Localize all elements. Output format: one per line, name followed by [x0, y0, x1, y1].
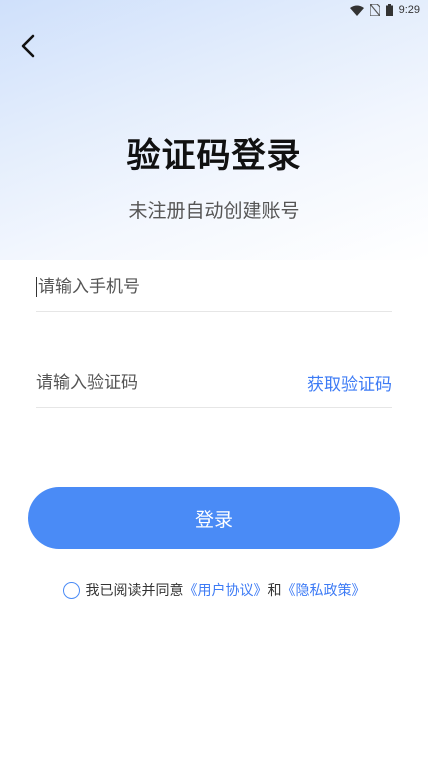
code-input[interactable] [36, 358, 307, 407]
phone-field[interactable] [36, 262, 392, 312]
no-sim-icon [369, 4, 380, 16]
battery-icon [385, 4, 393, 16]
page-title: 验证码登录 [126, 136, 302, 176]
status-time: 9:29 [398, 4, 420, 16]
page-subtitle: 未注册自动创建账号 [128, 200, 300, 222]
text-caret [36, 276, 37, 297]
agreement-prefix: 我已阅读并同意 [85, 583, 184, 599]
back-arrow-icon [21, 34, 35, 58]
get-code-button[interactable]: 获取验证码 [307, 370, 392, 395]
status-bar: 9:29 [0, 0, 428, 20]
phone-input[interactable] [38, 262, 392, 311]
agreement-row: 我已阅读并同意 《用户协议》 和 《隐私政策》 [0, 580, 428, 600]
agreement-radio[interactable] [62, 581, 80, 599]
agreement-conjunction: 和 [267, 583, 282, 599]
user-agreement-link[interactable]: 《用户协议》 [184, 580, 268, 600]
code-field[interactable]: 获取验证码 [36, 358, 392, 408]
login-button[interactable]: 登录 [28, 487, 400, 549]
wifi-icon [349, 5, 364, 16]
privacy-policy-link[interactable]: 《隐私政策》 [282, 580, 366, 600]
back-button[interactable] [12, 30, 44, 62]
